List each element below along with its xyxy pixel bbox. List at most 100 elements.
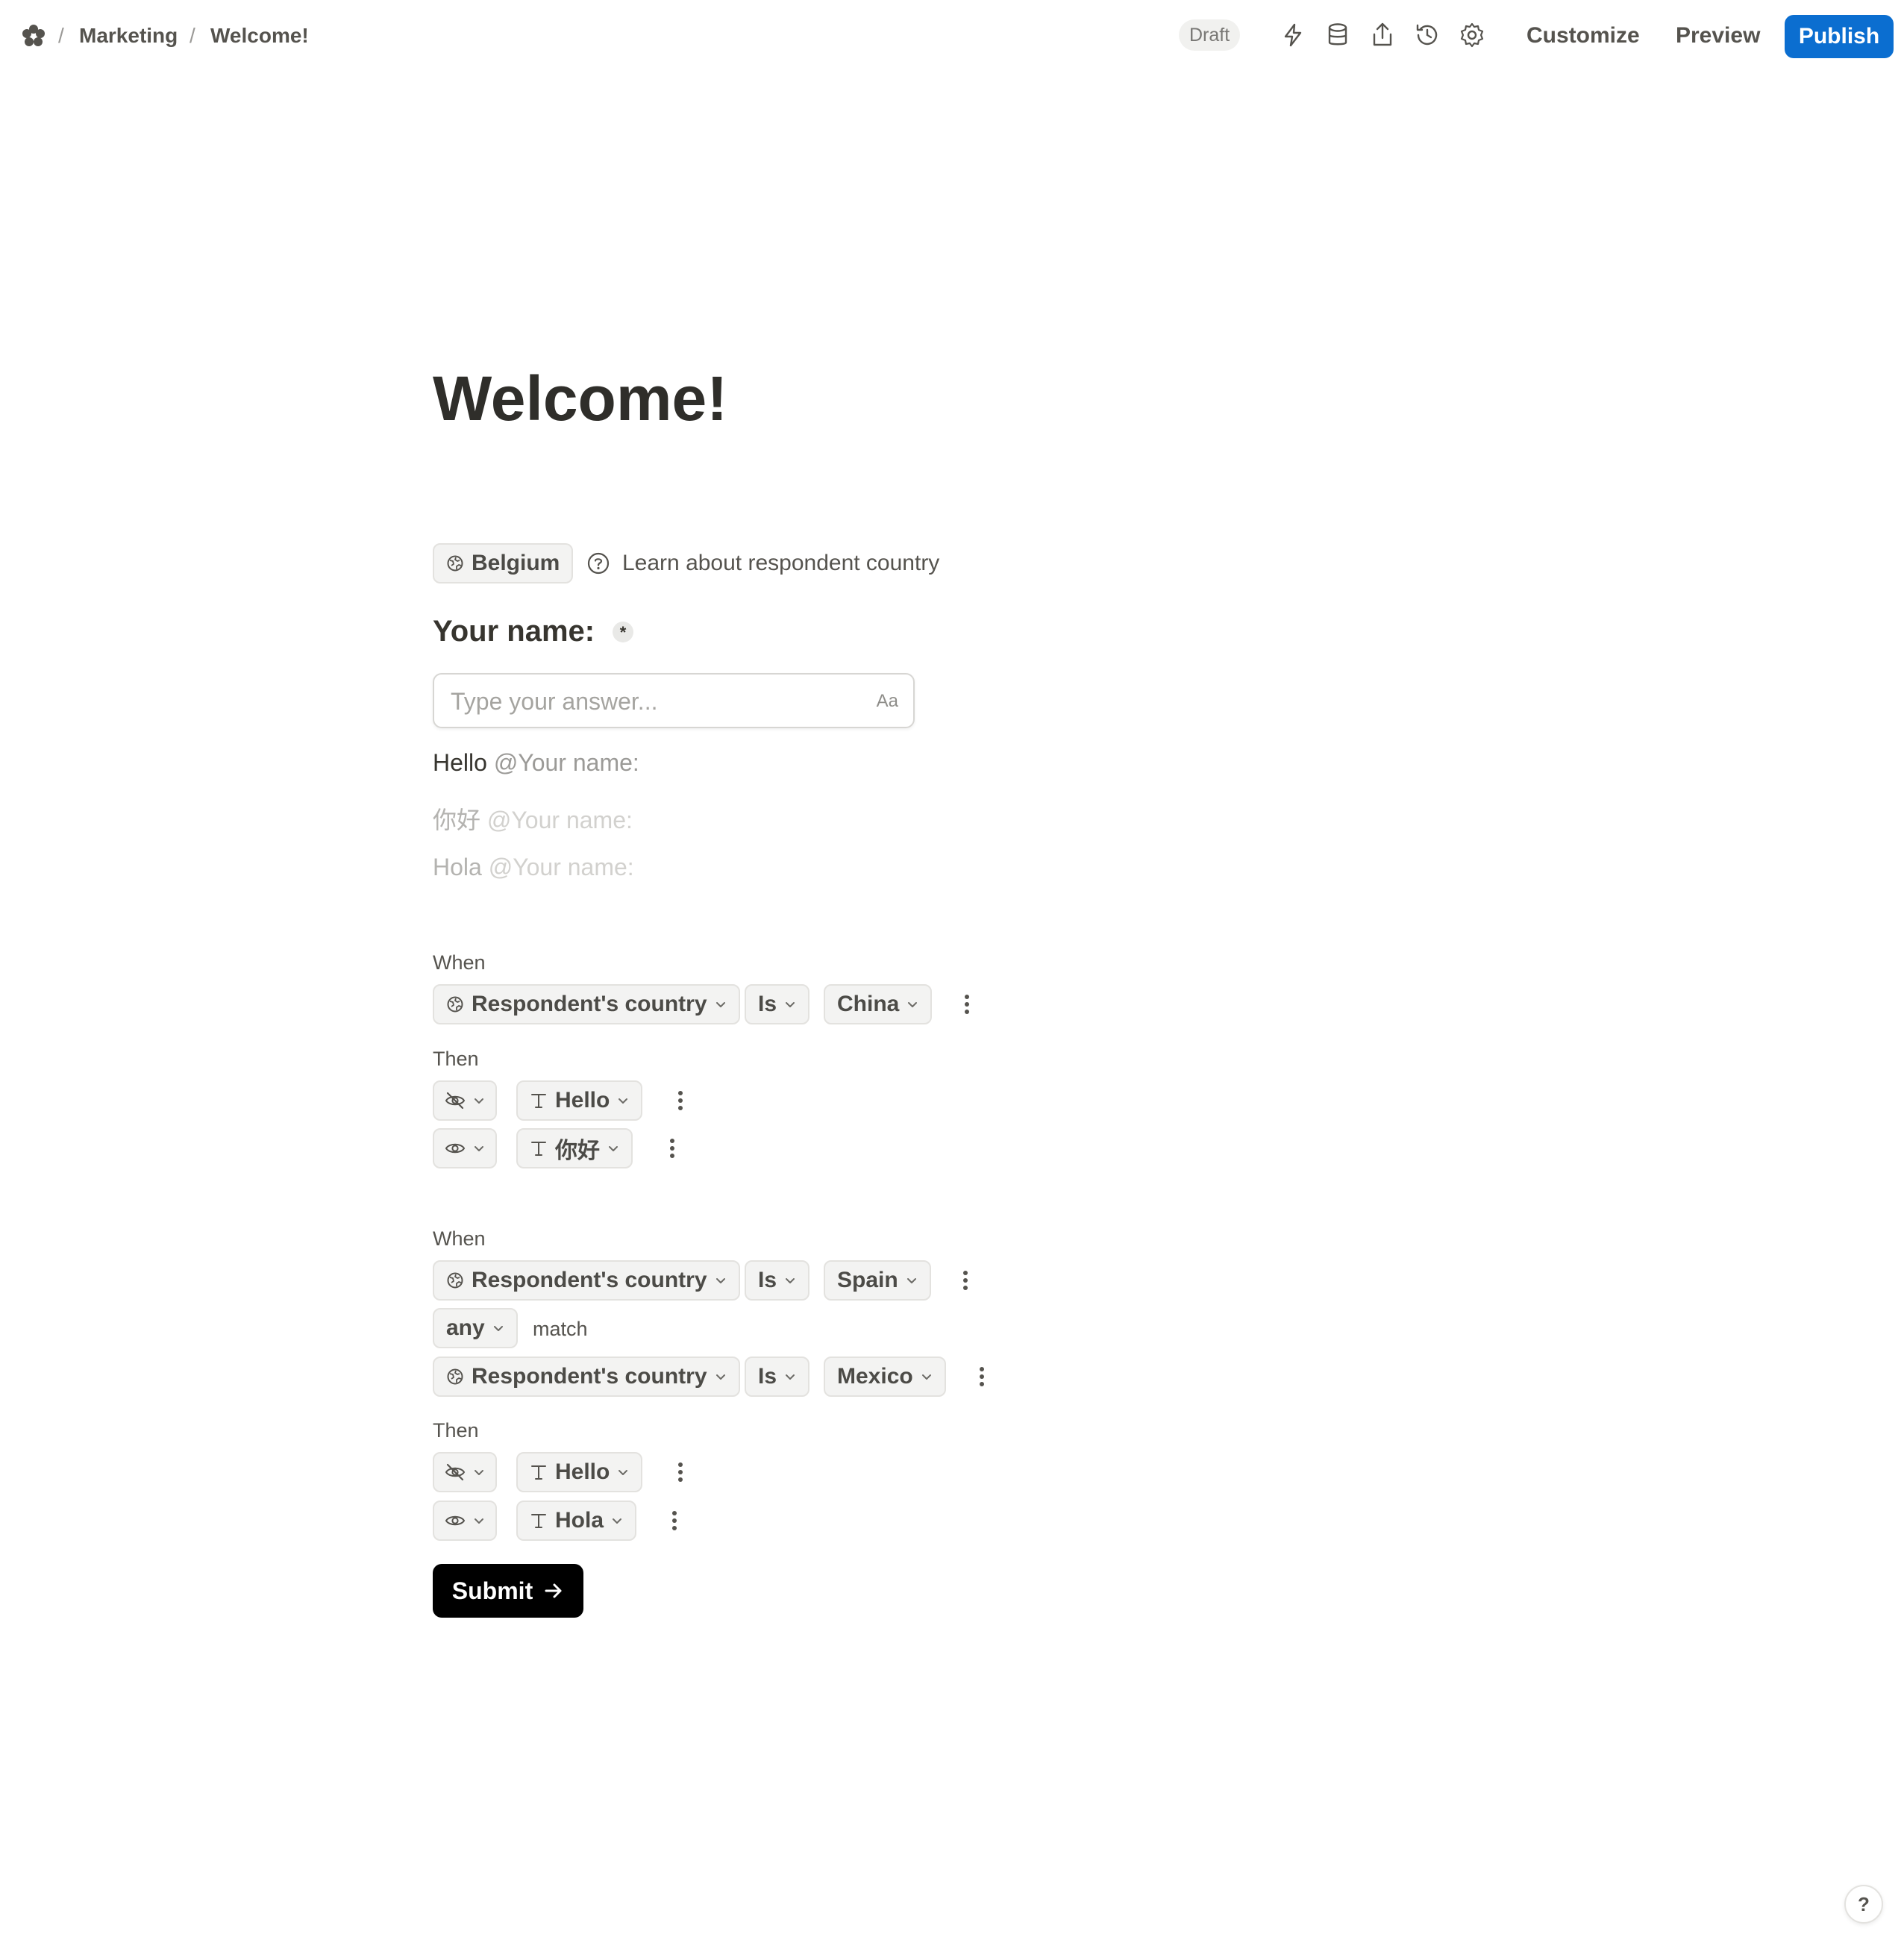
greeting-nihao[interactable]: 你好 @Your name: <box>433 801 633 836</box>
condition-operator-dropdown[interactable]: Is <box>745 1260 810 1301</box>
breadcrumb-marketing[interactable]: Marketing <box>79 21 178 51</box>
arrow-right-icon <box>545 1583 562 1598</box>
condition-value-label: Spain <box>837 1268 898 1292</box>
greeting-hello[interactable]: Hello @Your name: <box>433 749 639 777</box>
more-vertical-icon[interactable] <box>668 1136 676 1160</box>
chevron-down-icon <box>611 1515 623 1527</box>
condition-value-label: China <box>837 992 900 1016</box>
when-label: When <box>433 951 486 974</box>
chevron-down-icon <box>607 1142 619 1154</box>
condition-field-label: Respondent's country <box>472 1268 707 1292</box>
text-icon <box>530 1139 548 1157</box>
answer-input[interactable]: Type your answer... Aa <box>433 673 915 728</box>
condition-operator-label: Is <box>758 1364 777 1389</box>
learn-link-text: Learn about respondent country <box>622 551 940 575</box>
publish-button[interactable]: Publish <box>1785 15 1894 58</box>
help-circle-icon <box>587 552 610 575</box>
required-indicator[interactable]: * <box>613 621 634 642</box>
country-preview-label: Belgium <box>472 551 560 575</box>
globe-icon <box>446 554 464 572</box>
question-text: Your name: <box>433 615 595 648</box>
database-icon[interactable] <box>1324 21 1352 49</box>
visibility-show-dropdown[interactable] <box>433 1501 497 1541</box>
match-mode-dropdown[interactable]: any <box>433 1308 518 1348</box>
text-icon <box>530 1512 548 1530</box>
globe-icon <box>446 1368 464 1386</box>
then-label: Then <box>433 1048 479 1070</box>
text-icon <box>530 1463 548 1481</box>
workspace-logo-icon[interactable] <box>21 23 46 48</box>
answer-placeholder: Type your answer... <box>451 688 658 715</box>
eye-icon <box>445 1138 466 1159</box>
eye-off-icon <box>445 1462 466 1483</box>
share-icon[interactable] <box>1368 21 1397 49</box>
customize-button[interactable]: Customize <box>1526 16 1640 55</box>
more-vertical-icon[interactable] <box>677 1089 684 1113</box>
condition-value-label: Mexico <box>837 1364 913 1389</box>
mention-your-name: @Your name: <box>488 854 634 880</box>
condition-value-dropdown[interactable]: Spain <box>824 1260 931 1301</box>
then-label: Then <box>433 1419 479 1442</box>
text-format-icon: Aa <box>876 691 898 711</box>
action-target-dropdown[interactable]: Hello <box>516 1080 643 1121</box>
more-vertical-icon[interactable] <box>962 1268 969 1292</box>
action-target-label: Hello <box>555 1088 610 1113</box>
history-icon[interactable] <box>1413 21 1441 49</box>
chevron-down-icon <box>715 1371 727 1383</box>
action-target-label: Hello <box>555 1459 610 1484</box>
more-vertical-icon[interactable] <box>963 992 971 1016</box>
chevron-down-icon <box>906 998 918 1010</box>
more-vertical-icon[interactable] <box>978 1365 986 1389</box>
breadcrumb-separator: / <box>58 24 64 47</box>
action-target-dropdown[interactable]: Hola <box>516 1501 637 1541</box>
chevron-down-icon <box>784 1371 796 1383</box>
visibility-show-dropdown[interactable] <box>433 1128 497 1168</box>
page-title[interactable]: Welcome! <box>433 361 727 436</box>
globe-icon <box>446 995 464 1013</box>
condition-operator-dropdown[interactable]: Is <box>745 984 810 1024</box>
condition-value-dropdown[interactable]: China <box>824 984 933 1024</box>
chevron-down-icon <box>784 998 796 1010</box>
when-label: When <box>433 1227 486 1250</box>
status-badge: Draft <box>1179 19 1241 51</box>
condition-operator-dropdown[interactable]: Is <box>745 1357 810 1397</box>
globe-icon <box>446 1271 464 1289</box>
chevron-down-icon <box>492 1322 504 1334</box>
mention-your-name: @Your name: <box>486 807 633 833</box>
chevron-down-icon <box>921 1371 933 1383</box>
condition-operator-label: Is <box>758 992 777 1016</box>
condition-field-dropdown[interactable]: Respondent's country <box>433 1260 740 1301</box>
chevron-down-icon <box>473 1515 485 1527</box>
condition-value-dropdown[interactable]: Mexico <box>824 1357 946 1397</box>
condition-operator-label: Is <box>758 1268 777 1292</box>
greeting-hola[interactable]: Hola @Your name: <box>433 854 634 881</box>
action-target-dropdown[interactable]: Hello <box>516 1452 643 1492</box>
greeting-word: Hola <box>433 854 482 880</box>
greeting-word: Hello <box>433 749 487 776</box>
action-target-dropdown[interactable]: 你好 <box>516 1128 633 1168</box>
chevron-down-icon <box>715 1274 727 1286</box>
top-bar: / Marketing / Welcome! Draft Customize P… <box>0 0 1904 72</box>
chevron-down-icon <box>617 1095 629 1107</box>
lightning-icon[interactable] <box>1279 21 1307 49</box>
chevron-down-icon <box>473 1095 485 1107</box>
submit-button[interactable]: Submit <box>433 1564 583 1618</box>
condition-field-dropdown[interactable]: Respondent's country <box>433 1357 740 1397</box>
learn-respondent-country-link[interactable]: Learn about respondent country <box>586 551 939 576</box>
more-vertical-icon[interactable] <box>671 1509 678 1533</box>
help-button[interactable]: ? <box>1844 1885 1883 1924</box>
greeting-word: 你好 <box>433 807 481 833</box>
text-icon <box>530 1092 548 1110</box>
country-preview-chip[interactable]: Belgium <box>433 543 574 583</box>
gear-icon[interactable] <box>1458 21 1486 49</box>
breadcrumb-welcome[interactable]: Welcome! <box>210 21 309 51</box>
condition-field-label: Respondent's country <box>472 992 707 1016</box>
more-vertical-icon[interactable] <box>677 1460 684 1484</box>
visibility-hide-dropdown[interactable] <box>433 1452 497 1492</box>
condition-field-dropdown[interactable]: Respondent's country <box>433 984 740 1024</box>
visibility-hide-dropdown[interactable] <box>433 1080 497 1121</box>
chevron-down-icon <box>784 1274 796 1286</box>
question-label[interactable]: Your name: * <box>433 615 634 648</box>
match-label: match <box>533 1318 588 1340</box>
preview-button[interactable]: Preview <box>1676 16 1760 55</box>
